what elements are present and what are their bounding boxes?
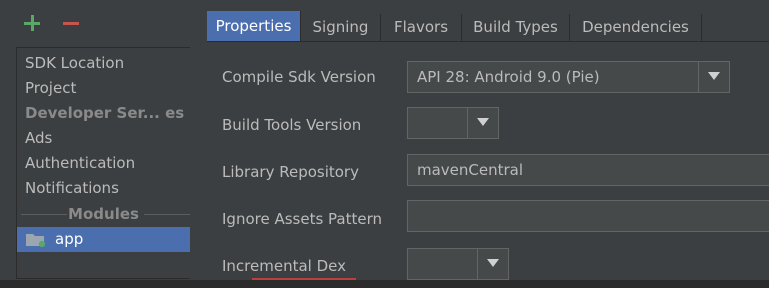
compile-sdk-dropdown[interactable]: API 28: Android 9.0 (Pie)	[407, 61, 730, 93]
sidebar-item-authentication[interactable]: Authentication	[25, 151, 135, 175]
library-repository-field[interactable]: mavenCentral	[407, 154, 769, 186]
module-item-app[interactable]: app	[17, 227, 190, 252]
tab-dependencies[interactable]: Dependencies	[570, 14, 702, 41]
tab-flavors[interactable]: Flavors	[381, 14, 462, 41]
bottom-edge	[0, 280, 769, 288]
minus-icon	[63, 22, 79, 25]
tab-properties[interactable]: Properties	[207, 11, 301, 41]
ignore-assets-label: Ignore Assets Pattern	[222, 210, 383, 228]
module-folder-icon	[26, 234, 46, 247]
tab-signing[interactable]: Signing	[301, 14, 381, 41]
incremental-dex-label: Incremental Dex	[222, 257, 346, 275]
build-tools-dropdown[interactable]	[407, 107, 499, 139]
module-name: app	[55, 230, 84, 248]
sidebar-item-ads[interactable]: Ads	[25, 126, 52, 150]
compile-sdk-value: API 28: Android 9.0 (Pie)	[417, 68, 600, 86]
chevron-down-icon[interactable]	[698, 62, 729, 92]
sidebar-group-developer-services: Developer Ser... es	[25, 104, 185, 122]
tab-build-types[interactable]: Build Types	[462, 14, 570, 41]
tab-bar: Properties Signing Flavors Build Types D…	[207, 11, 769, 42]
sidebar-item-project[interactable]: Project	[25, 76, 76, 100]
ignore-assets-field[interactable]	[407, 200, 769, 232]
module-toolbar	[0, 0, 205, 46]
build-tools-label: Build Tools Version	[222, 116, 362, 134]
sidebar-item-notifications[interactable]: Notifications	[25, 176, 119, 200]
library-repository-label: Library Repository	[222, 163, 359, 181]
compile-sdk-label: Compile Sdk Version	[222, 68, 376, 86]
modules-separator: Modules	[17, 204, 190, 224]
remove-module-button[interactable]	[61, 10, 87, 36]
add-module-button[interactable]	[22, 10, 48, 36]
incremental-dex-dropdown[interactable]	[407, 248, 509, 280]
chevron-down-icon[interactable]	[477, 249, 508, 279]
sidebar-item-sdk-location[interactable]: SDK Location	[25, 51, 124, 75]
chevron-down-icon[interactable]	[467, 108, 498, 138]
project-structure-sidebar: SDK Location Project Developer Ser... es…	[16, 47, 190, 279]
